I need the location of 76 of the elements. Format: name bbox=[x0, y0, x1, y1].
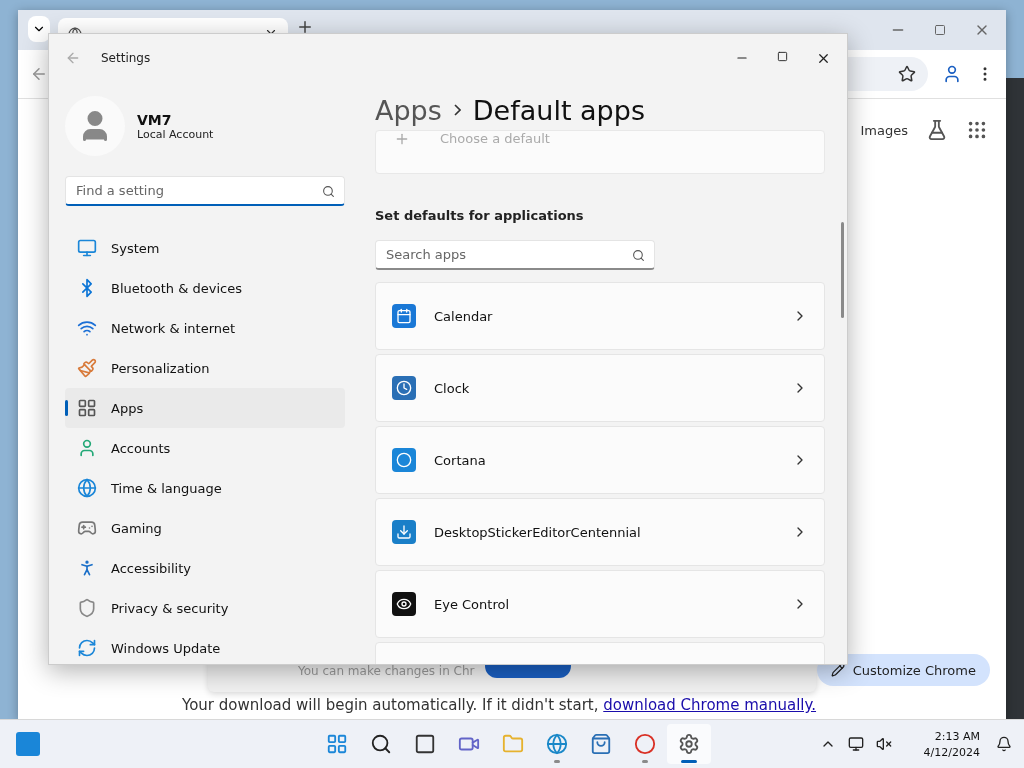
search-field[interactable]: Find a setting bbox=[65, 176, 345, 206]
search-icon bbox=[632, 249, 645, 262]
apps-icon bbox=[77, 398, 97, 418]
maximize-icon[interactable] bbox=[777, 50, 788, 62]
card-label: Choose a default bbox=[440, 131, 550, 146]
start-icon bbox=[326, 733, 348, 755]
bell-icon[interactable] bbox=[996, 736, 1012, 752]
account-type: Local Account bbox=[137, 127, 214, 141]
pencil-icon bbox=[830, 663, 845, 677]
wifi-icon bbox=[77, 318, 97, 338]
folder-icon bbox=[502, 733, 524, 755]
nav-item[interactable]: Time & language bbox=[65, 468, 345, 508]
brush-icon bbox=[77, 358, 97, 378]
nav-item[interactable]: Personalization bbox=[65, 348, 345, 388]
breadcrumb-parent[interactable]: Apps bbox=[375, 94, 442, 126]
gear-icon bbox=[678, 733, 700, 755]
task-view-icon bbox=[414, 733, 436, 755]
app-row[interactable]: Calendar bbox=[375, 282, 825, 350]
network-icon[interactable] bbox=[847, 736, 864, 752]
taskbar-button[interactable] bbox=[667, 724, 711, 764]
app-name: Calendar bbox=[434, 308, 494, 324]
maximize-icon[interactable] bbox=[934, 24, 946, 36]
download-message: Your download will begin automatically. If it didn't start, download Chrome manually. bbox=[182, 696, 818, 714]
app-name: Cortana bbox=[434, 452, 487, 468]
monitor-icon bbox=[77, 238, 97, 258]
download-link[interactable]: download Chrome manually. bbox=[603, 696, 817, 714]
section-heading: Set defaults for applications bbox=[375, 208, 585, 223]
nav-item[interactable]: Privacy & security bbox=[65, 588, 345, 628]
page-title: Default apps bbox=[472, 94, 645, 126]
flask-icon[interactable] bbox=[926, 119, 948, 141]
eye-icon bbox=[392, 592, 416, 616]
app-row[interactable]: Cortana bbox=[375, 426, 825, 494]
apps-grid-icon[interactable] bbox=[966, 119, 988, 141]
tab-search-button[interactable] bbox=[28, 16, 50, 42]
app-row[interactable]: Clock bbox=[375, 354, 825, 422]
sticker-icon bbox=[392, 520, 416, 544]
clock-icon bbox=[392, 376, 416, 400]
person-icon bbox=[77, 438, 97, 458]
refresh-icon bbox=[77, 638, 97, 658]
search-icon bbox=[370, 733, 392, 755]
header-link[interactable]: Images bbox=[860, 122, 908, 138]
plus-icon bbox=[394, 131, 410, 147]
nav-item[interactable]: System bbox=[65, 228, 345, 268]
chevron-icon bbox=[453, 104, 461, 116]
new-tab-icon[interactable] bbox=[296, 18, 314, 36]
nav-item[interactable]: Windows Update bbox=[65, 628, 345, 664]
window-title: Settings bbox=[101, 51, 151, 65]
app-name: Clock bbox=[434, 380, 471, 396]
nav-item[interactable]: Bluetooth & devices bbox=[65, 268, 345, 308]
app-row[interactable]: Eye Control bbox=[375, 570, 825, 638]
shield-icon bbox=[77, 598, 97, 618]
app-name: DesktopStickerEditorCentennial bbox=[434, 524, 642, 540]
clock[interactable]: 2:13 AM 4/12/2024 bbox=[923, 729, 980, 759]
ring-icon bbox=[392, 448, 416, 472]
nav-item[interactable]: Accounts bbox=[65, 428, 345, 468]
store-icon bbox=[590, 733, 612, 755]
customize-button[interactable]: Customize Chrome bbox=[816, 654, 990, 686]
nav-item[interactable]: Accessibility bbox=[65, 548, 345, 588]
calendar-icon bbox=[392, 304, 416, 328]
notice-text: You can make changes in Chr bbox=[298, 664, 475, 678]
browser-icon bbox=[634, 733, 656, 755]
back-icon[interactable] bbox=[30, 65, 48, 83]
nav-item[interactable]: Apps bbox=[65, 388, 345, 428]
star-icon[interactable] bbox=[898, 65, 916, 83]
search-icon bbox=[322, 185, 335, 198]
app-name: Eye Control bbox=[434, 596, 511, 612]
app-row[interactable]: DesktopStickerEditorCentennial bbox=[375, 498, 825, 566]
muted-speaker-icon[interactable] bbox=[875, 736, 892, 752]
globe-icon bbox=[77, 478, 97, 498]
search-field[interactable]: Search apps bbox=[375, 240, 655, 270]
user-name: VM7 bbox=[137, 111, 173, 128]
nav-item[interactable]: Network & internet bbox=[65, 308, 345, 348]
browser-icon bbox=[546, 733, 568, 755]
profile-icon[interactable] bbox=[942, 64, 962, 84]
nav-item[interactable]: Gaming bbox=[65, 508, 345, 548]
gamepad-icon bbox=[77, 518, 97, 538]
